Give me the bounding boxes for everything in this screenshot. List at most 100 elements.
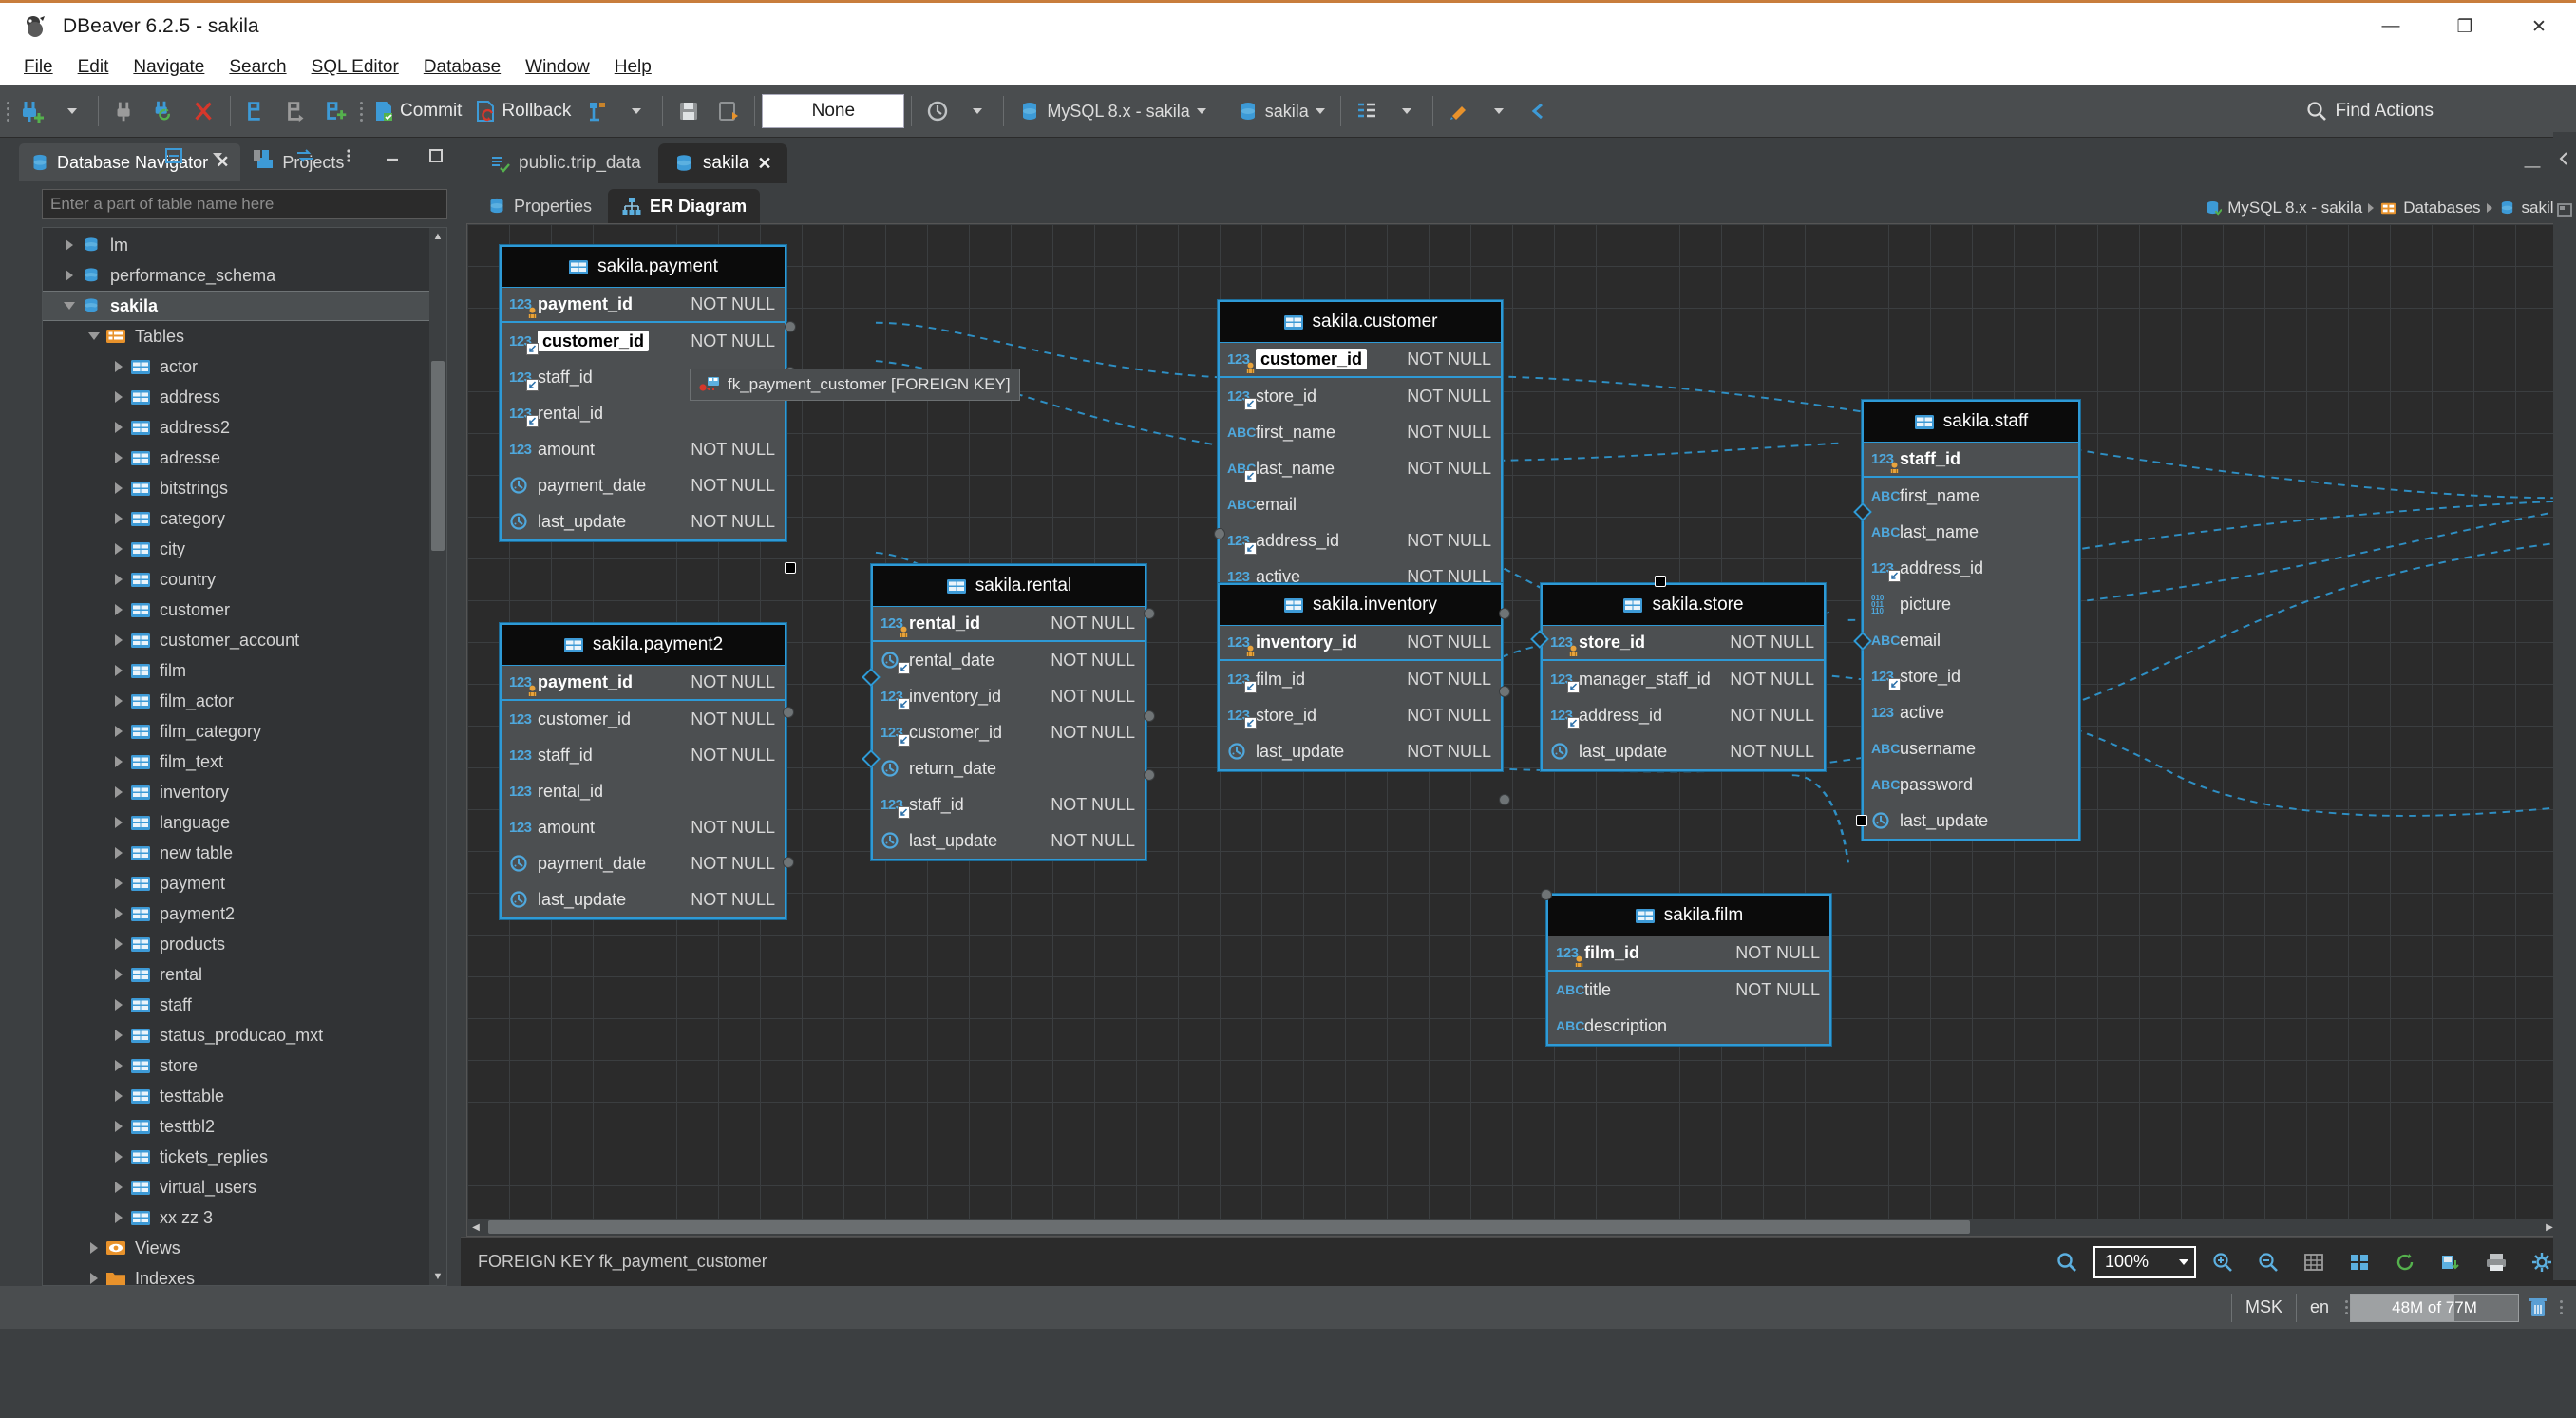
expand-arrow-icon[interactable] (109, 513, 128, 524)
tree-item-actor[interactable]: actor (43, 351, 446, 382)
er-column-name[interactable]: email (1256, 495, 1474, 515)
er-column-name[interactable]: store_id (1900, 667, 2052, 687)
navigator-maximize-button[interactable] (417, 135, 455, 177)
tree-item-payment[interactable]: payment (43, 868, 446, 898)
expand-arrow-icon[interactable] (109, 604, 128, 615)
er-column-name[interactable]: store_id (1256, 387, 1390, 406)
er-column-name[interactable]: manager_staff_id (1579, 670, 1713, 690)
disconnect-button[interactable] (105, 90, 143, 132)
er-column-name[interactable]: address_id (1900, 558, 2052, 578)
er-column-name[interactable]: customer_id (1256, 349, 1390, 369)
er-column-name[interactable]: last_update (538, 512, 673, 532)
maximize-button[interactable]: ❐ (2428, 3, 2502, 50)
er-column-name[interactable]: address_id (1256, 531, 1390, 551)
er-column-name[interactable]: rental_id (909, 614, 1033, 633)
expand-arrow-icon[interactable] (109, 543, 128, 555)
active-database-selector[interactable]: sakila (1229, 92, 1334, 130)
er-column-row[interactable]: 123 payment_id NOT NULL (502, 665, 785, 701)
er-column-name[interactable]: store_id (1579, 633, 1713, 652)
er-column-name[interactable]: staff_id (538, 746, 673, 766)
close-button[interactable]: ✕ (2502, 3, 2576, 50)
expand-arrow-icon[interactable] (109, 999, 128, 1011)
er-column-row[interactable]: 123 address_id NOT NULL (1543, 697, 1824, 733)
editor-tab-sakila[interactable]: sakila ✕ (657, 143, 787, 183)
er-column-row[interactable]: last_update NOT NULL (1220, 733, 1501, 769)
er-column-name[interactable]: last_name (1256, 459, 1390, 479)
er-column-name[interactable]: amount (538, 440, 673, 460)
tree-item-tables[interactable]: Tables (43, 321, 446, 351)
history-button[interactable] (919, 90, 957, 132)
tree-item-category[interactable]: category (43, 503, 446, 534)
er-column-row[interactable]: ABC email (1864, 622, 2078, 658)
menu-help[interactable]: Help (602, 54, 664, 81)
expand-arrow-icon[interactable] (60, 270, 79, 281)
collapse-arrow-icon[interactable] (60, 302, 79, 310)
er-column-name[interactable]: last_update (1900, 811, 2052, 831)
rail-expand-button[interactable] (2546, 138, 2576, 180)
expand-arrow-icon[interactable] (109, 452, 128, 463)
sql-editor-new-button[interactable] (237, 90, 275, 132)
tree-item-lm[interactable]: lm (43, 230, 446, 260)
er-column-row[interactable]: ABC email (1220, 486, 1501, 522)
status-grip-end[interactable] (2557, 1292, 2565, 1324)
er-column-name[interactable]: first_name (1900, 486, 2052, 506)
navigator-menu-caret[interactable] (199, 135, 237, 177)
er-column-row[interactable]: 123 inventory_id NOT NULL (1220, 625, 1501, 661)
tree-item-city[interactable]: city (43, 534, 446, 564)
tree-item-adresse[interactable]: adresse (43, 443, 446, 473)
er-table-header[interactable]: sakila.inventory (1220, 585, 1501, 625)
er-column-row[interactable]: 123 staff_id NOT NULL (502, 737, 785, 773)
er-connection-handle[interactable] (1541, 889, 1552, 900)
er-column-name[interactable]: description (1584, 1016, 1803, 1036)
link-editor-button[interactable] (242, 135, 280, 177)
memory-grip[interactable] (2342, 1292, 2350, 1324)
er-column-name[interactable]: payment_id (538, 294, 673, 314)
er-column-name[interactable]: last_update (909, 831, 1033, 851)
tree-item-rental[interactable]: rental (43, 959, 446, 990)
breadcrumb-databases[interactable]: Databases (2379, 199, 2481, 217)
er-table-sakila-payment2[interactable]: sakila.payment2 123 payment_id NOT NULL 123 c… (500, 623, 786, 919)
er-column-row[interactable]: 123 rental_id NOT NULL (873, 606, 1145, 642)
er-column-row[interactable]: 123 address_id (1864, 550, 2078, 586)
er-column-row[interactable]: last_update NOT NULL (502, 503, 785, 539)
er-table-header[interactable]: sakila.store (1543, 585, 1824, 625)
er-column-name[interactable]: rental_id (538, 782, 758, 802)
er-column-row[interactable]: ABC first_name NOT NULL (1220, 414, 1501, 450)
er-table-header[interactable]: sakila.customer (1220, 302, 1501, 342)
zoom-level-combo[interactable]: 100% (2093, 1245, 2196, 1278)
er-column-row[interactable]: rental_date NOT NULL (873, 642, 1145, 678)
er-table-header[interactable]: sakila.payment2 (502, 625, 785, 665)
expand-arrow-icon[interactable] (109, 361, 128, 372)
rollback-button[interactable]: Rollback (468, 90, 576, 132)
er-column-name[interactable]: payment_date (538, 476, 673, 496)
er-column-name[interactable]: staff_id (1900, 449, 2052, 469)
er-column-row[interactable]: 123 film_id NOT NULL (1220, 661, 1501, 697)
er-table-sakila-rental[interactable]: sakila.rental 123 rental_id NOT NULL rental_… (871, 564, 1146, 860)
sync-editor-button[interactable] (286, 135, 324, 177)
er-diagram-canvas[interactable]: sakila.payment 123 payment_id NOT NULL 123 cu… (467, 224, 2558, 1219)
er-column-row[interactable]: 123 customer_id NOT NULL (873, 714, 1145, 750)
expand-arrow-icon[interactable] (109, 574, 128, 585)
expand-arrow-icon[interactable] (109, 786, 128, 798)
tree-item-staff[interactable]: staff (43, 990, 446, 1020)
expand-arrow-icon[interactable] (109, 1060, 128, 1071)
tree-scroll-down-button[interactable]: ▼ (429, 1268, 446, 1285)
er-column-row[interactable]: last_update NOT NULL (873, 822, 1145, 859)
er-column-name[interactable]: store_id (1256, 706, 1390, 726)
expand-arrow-icon[interactable] (109, 482, 128, 494)
tree-item-film-text[interactable]: film_text (43, 747, 446, 777)
er-connection-handle[interactable] (1214, 528, 1225, 539)
er-column-row[interactable]: 123 store_id NOT NULL (1220, 697, 1501, 733)
tools-dropdown-button[interactable] (1480, 90, 1518, 132)
expand-arrow-icon[interactable] (109, 938, 128, 950)
tree-item-address[interactable]: address (43, 382, 446, 412)
er-column-row[interactable]: 123 store_id (1864, 658, 2078, 694)
canvas-horizontal-scrollbar[interactable]: ◀ ▶ (467, 1219, 2558, 1236)
expand-arrow-icon[interactable] (109, 1212, 128, 1223)
tree-item-store[interactable]: store (43, 1050, 446, 1081)
collapse-all-button[interactable] (155, 135, 193, 177)
print-diagram-button[interactable] (2477, 1241, 2515, 1283)
tree-item-inventory[interactable]: inventory (43, 777, 446, 807)
navigator-minimize-button[interactable] (373, 135, 411, 177)
er-column-row[interactable]: 123 inventory_id NOT NULL (873, 678, 1145, 714)
